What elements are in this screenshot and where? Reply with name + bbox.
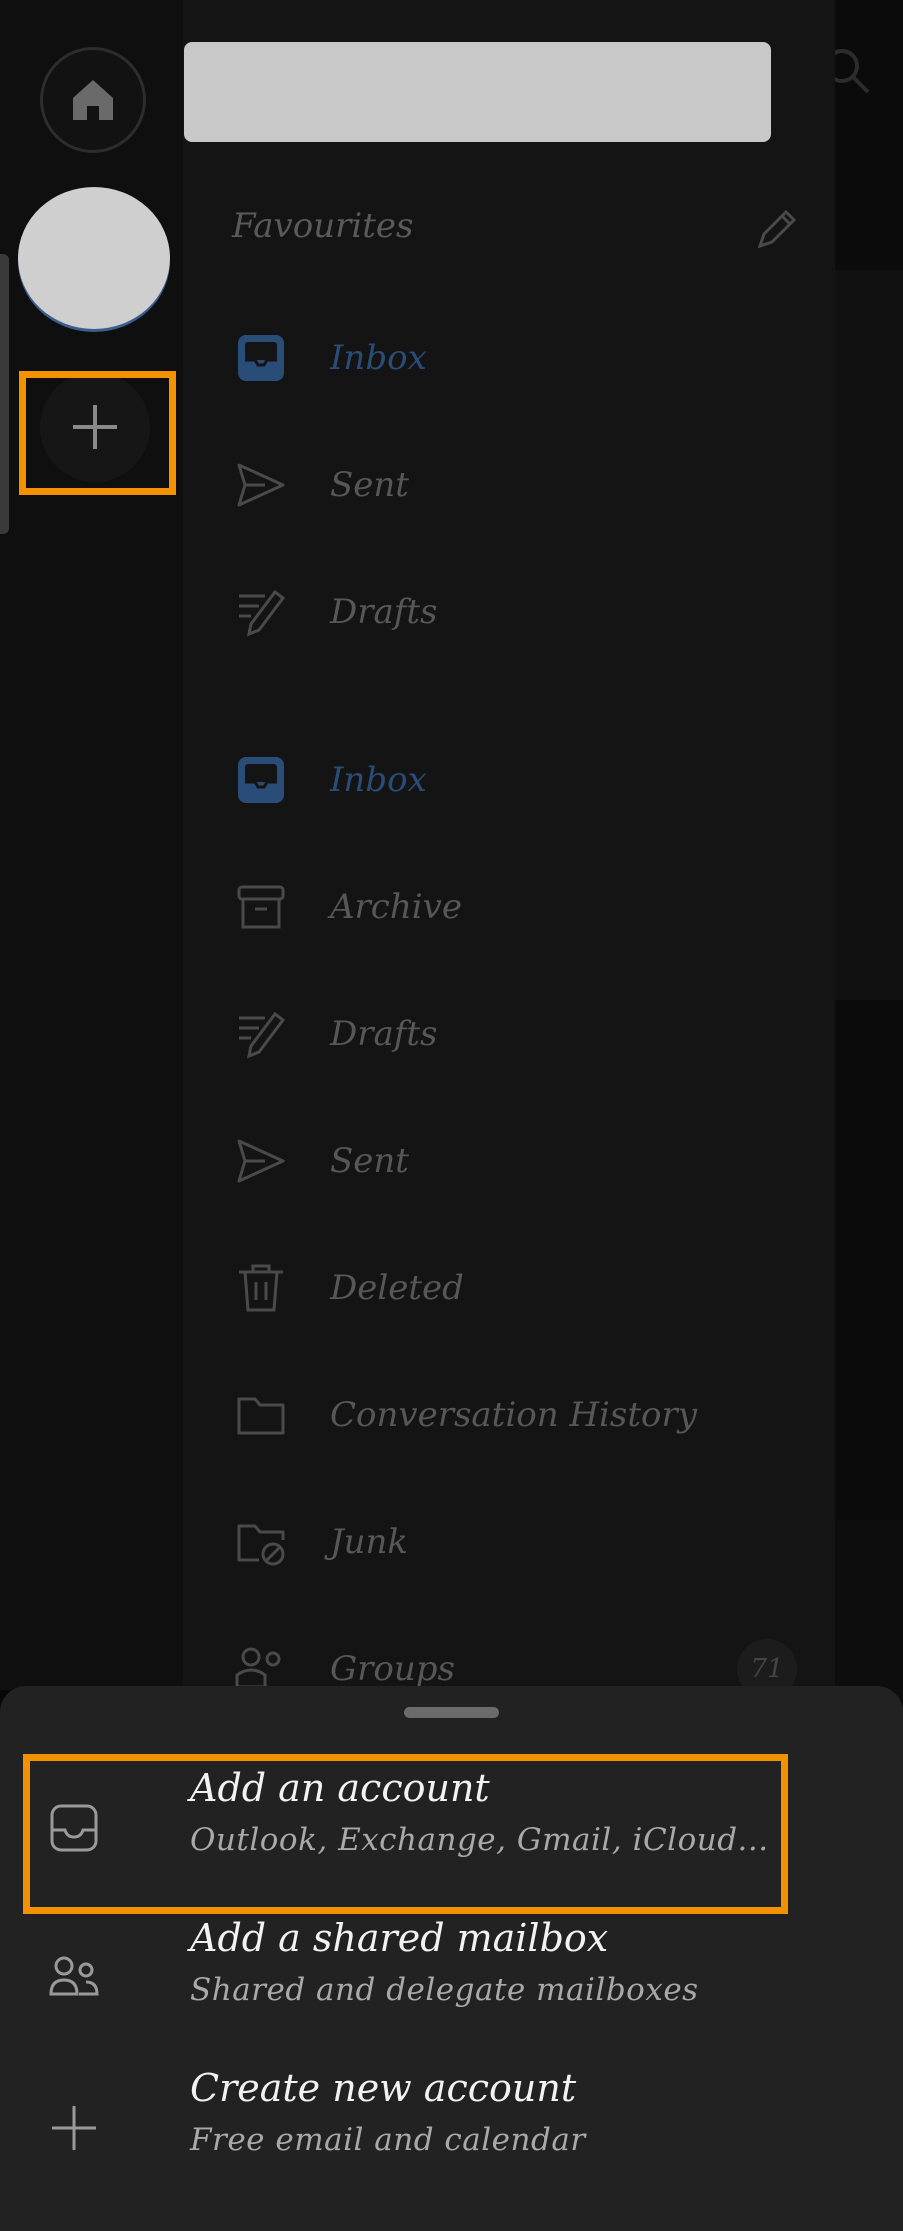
folder-label: Drafts bbox=[330, 592, 438, 632]
archive-icon bbox=[232, 878, 290, 936]
inbox-icon bbox=[232, 329, 290, 387]
drawer-grip[interactable] bbox=[0, 254, 9, 534]
favourites-title: Favourites bbox=[232, 206, 414, 246]
account-name-bar bbox=[184, 42, 771, 142]
send-icon bbox=[232, 456, 290, 514]
account-avatar[interactable] bbox=[18, 187, 170, 329]
folder-label: Sent bbox=[330, 1141, 409, 1181]
option-subtitle: Shared and delegate mailboxes bbox=[190, 1972, 699, 2008]
drafts-icon bbox=[232, 583, 290, 641]
folder-label: Groups bbox=[330, 1649, 455, 1689]
favourite-item-inbox[interactable]: Inbox bbox=[232, 318, 792, 398]
folder-label: Inbox bbox=[330, 760, 427, 800]
home-button[interactable] bbox=[40, 47, 146, 153]
highlight-box bbox=[23, 1754, 788, 1914]
folder-label: Junk bbox=[330, 1522, 409, 1562]
folder-label: Deleted bbox=[330, 1268, 464, 1308]
folder-label: Conversation History bbox=[330, 1395, 697, 1435]
trash-icon bbox=[232, 1259, 290, 1317]
option-title: Create new account bbox=[190, 2066, 577, 2110]
folder-icon bbox=[232, 1386, 290, 1444]
folder-item-inbox[interactable]: Inbox bbox=[232, 740, 792, 820]
plus-icon bbox=[44, 2098, 104, 2158]
mail-list-band bbox=[835, 270, 903, 1000]
folder-item-conversation-history[interactable]: Conversation History bbox=[232, 1375, 792, 1455]
folder-label: Drafts bbox=[330, 1014, 438, 1054]
send-icon bbox=[232, 1132, 290, 1190]
people-icon bbox=[44, 1948, 104, 2008]
option-subtitle: Free email and calendar bbox=[190, 2122, 586, 2158]
junk-folder-icon bbox=[232, 1513, 290, 1571]
home-icon bbox=[73, 80, 113, 120]
mail-list-band bbox=[835, 1520, 903, 1700]
option-title: Add a shared mailbox bbox=[190, 1916, 609, 1960]
folder-item-junk[interactable]: Junk bbox=[232, 1502, 792, 1582]
folder-item-drafts[interactable]: Drafts bbox=[232, 994, 792, 1074]
highlight-box bbox=[19, 371, 176, 495]
add-shared-mailbox-option[interactable]: Add a shared mailbox Shared and delegate… bbox=[0, 1906, 903, 2056]
favourite-item-sent[interactable]: Sent bbox=[232, 445, 792, 525]
drafts-icon bbox=[232, 1005, 290, 1063]
sheet-drag-handle[interactable] bbox=[404, 1707, 499, 1718]
folder-item-archive[interactable]: Archive bbox=[232, 867, 792, 947]
folder-label: Archive bbox=[330, 887, 462, 927]
inbox-icon bbox=[232, 751, 290, 809]
create-new-account-option[interactable]: Create new account Free email and calend… bbox=[0, 2056, 903, 2206]
folder-label: Inbox bbox=[330, 338, 427, 378]
favourite-item-drafts[interactable]: Drafts bbox=[232, 572, 792, 652]
folder-item-sent[interactable]: Sent bbox=[232, 1121, 792, 1201]
folder-item-deleted[interactable]: Deleted bbox=[232, 1248, 792, 1328]
folder-label: Sent bbox=[330, 465, 409, 505]
edit-favourites-icon[interactable] bbox=[754, 206, 800, 252]
